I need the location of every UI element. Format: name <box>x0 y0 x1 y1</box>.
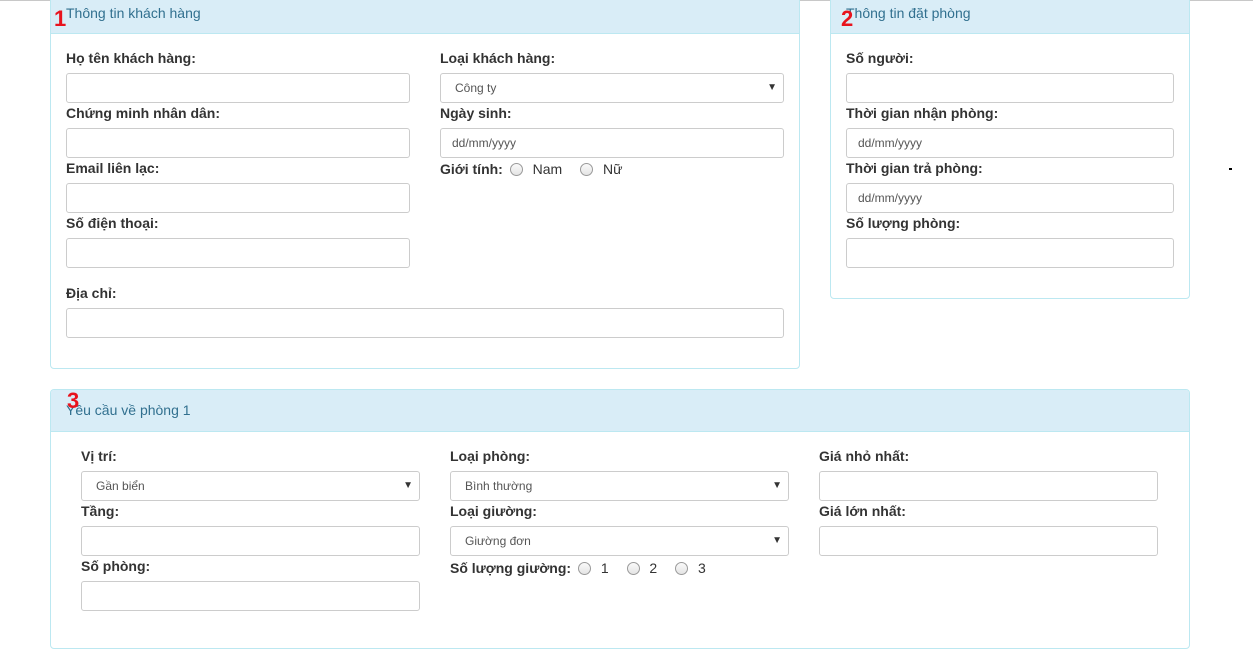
section-number-1: 1 <box>54 6 67 31</box>
gender-radio-male[interactable] <box>509 162 523 176</box>
room-number-input[interactable] <box>81 581 420 611</box>
location-select[interactable]: Gần biển ▼ <box>81 471 420 501</box>
phone-input[interactable] <box>66 238 410 268</box>
email-input[interactable] <box>66 183 410 213</box>
bed-count-radio-1[interactable] <box>577 561 591 575</box>
gender-radio-female[interactable] <box>580 162 594 176</box>
room-requirements-heading: Yêu cầu về phòng 1 <box>51 390 1189 432</box>
booking-info-heading: Thông tin đặt phòng <box>831 0 1189 34</box>
room-count-input[interactable] <box>846 238 1174 268</box>
bed-type-label: Loại giường: <box>450 503 537 519</box>
room-type-label: Loại phòng: <box>450 448 531 464</box>
bed-count-option-3: 3 <box>698 560 706 577</box>
min-price-input[interactable] <box>819 471 1158 501</box>
floor-label: Tầng: <box>81 503 120 519</box>
room-requirements-title: Yêu cầu về phòng 1 <box>66 402 191 418</box>
section-number-3: 3 <box>67 388 80 413</box>
chevron-down-icon: ▼ <box>772 480 782 491</box>
customer-type-label: Loại khách hàng: <box>440 50 556 66</box>
room-number-label: Số phòng: <box>81 558 151 574</box>
room-type-value: Bình thường <box>465 479 533 493</box>
gender-label: Giới tính: <box>440 161 503 178</box>
customer-type-value: Công ty <box>455 81 497 95</box>
min-price-label: Giá nhỏ nhất: <box>819 448 910 464</box>
gender-group: Giới tính: Nam Nữ <box>440 160 623 178</box>
booking-info-title: Thông tin đặt phòng <box>846 5 971 21</box>
checkin-label: Thời gian nhận phòng: <box>846 105 999 121</box>
stray-mark <box>1229 168 1232 170</box>
id-card-input[interactable] <box>66 128 410 158</box>
room-type-select[interactable]: Bình thường ▼ <box>450 471 789 501</box>
gender-option-female: Nữ <box>602 161 623 178</box>
phone-label: Số điện thoại: <box>66 215 159 231</box>
bed-count-label: Số lượng giường: <box>450 560 572 577</box>
birthday-label: Ngày sinh: <box>440 105 512 121</box>
bed-type-select[interactable]: Giường đơn ▼ <box>450 526 789 556</box>
bed-type-value: Giường đơn <box>465 534 531 548</box>
gender-option-male: Nam <box>532 161 563 178</box>
location-label: Vị trí: <box>81 448 117 464</box>
address-label: Địa chỉ: <box>66 285 117 301</box>
customer-type-select[interactable]: Công ty ▼ <box>440 73 784 103</box>
room-count-label: Số lượng phòng: <box>846 215 961 231</box>
birthday-input[interactable] <box>440 128 784 158</box>
chevron-down-icon: ▼ <box>772 535 782 546</box>
checkout-label: Thời gian trả phòng: <box>846 160 983 176</box>
chevron-down-icon: ▼ <box>767 82 777 93</box>
id-card-label: Chứng minh nhân dân: <box>66 105 221 121</box>
chevron-down-icon: ▼ <box>403 480 413 491</box>
bed-count-option-1: 1 <box>600 560 609 577</box>
full-name-input[interactable] <box>66 73 410 103</box>
email-label: Email liên lạc: <box>66 160 160 176</box>
bed-count-radio-3[interactable] <box>675 561 689 575</box>
max-price-label: Giá lớn nhất: <box>819 503 906 519</box>
guests-input[interactable] <box>846 73 1174 103</box>
checkout-input[interactable] <box>846 183 1174 213</box>
section-number-2: 2 <box>841 6 854 31</box>
location-value: Gần biển <box>96 479 145 493</box>
customer-info-title: Thông tin khách hàng <box>66 5 201 21</box>
bed-count-option-2: 2 <box>649 560 658 577</box>
customer-info-heading: Thông tin khách hàng <box>51 0 799 34</box>
full-name-label: Họ tên khách hàng: <box>66 50 196 66</box>
bed-count-radio-2[interactable] <box>626 561 640 575</box>
checkin-input[interactable] <box>846 128 1174 158</box>
floor-input[interactable] <box>81 526 420 556</box>
address-input[interactable] <box>66 308 784 338</box>
bed-count-group: Số lượng giường: 1 2 3 <box>450 559 706 577</box>
max-price-input[interactable] <box>819 526 1158 556</box>
guests-label: Số người: <box>846 50 914 66</box>
